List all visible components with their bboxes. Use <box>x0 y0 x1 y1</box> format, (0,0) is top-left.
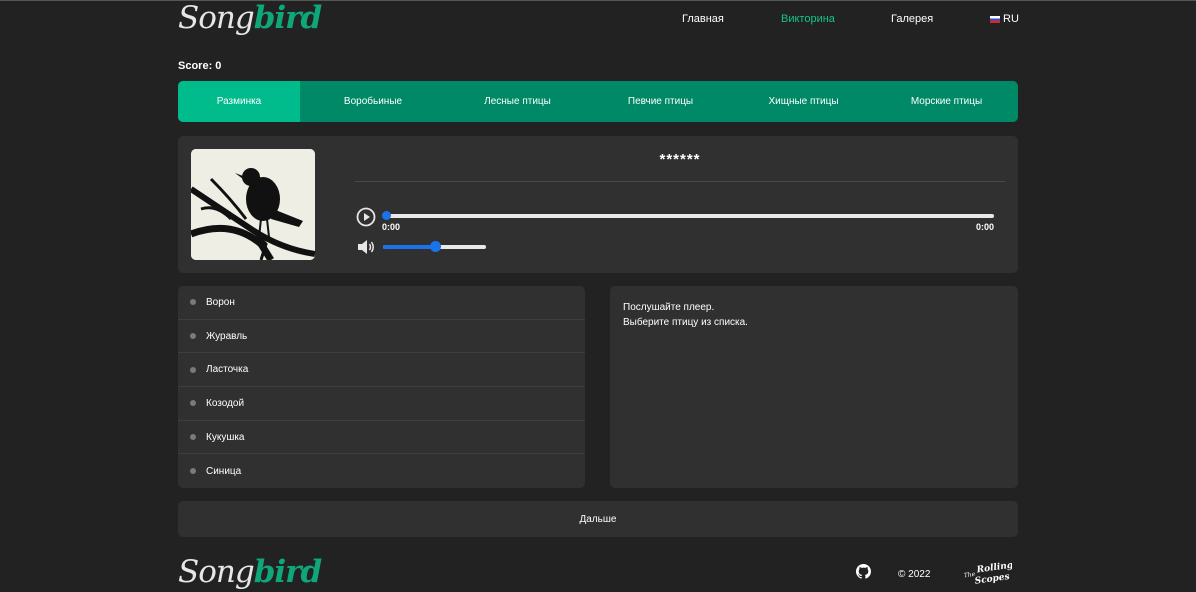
answer-label: Козодой <box>206 397 245 409</box>
volume-slider-knob[interactable] <box>429 241 441 252</box>
category-tabs: Разминка Воробьиные Лесные птицы Певчие … <box>178 81 1018 122</box>
answer-option[interactable]: Кукушка <box>178 421 585 455</box>
answer-label: Ласточка <box>206 364 249 376</box>
answer-label: Кукушка <box>206 431 245 443</box>
answer-indicator <box>190 468 196 475</box>
answer-indicator <box>190 400 196 407</box>
answer-option[interactable]: Синица <box>178 454 585 488</box>
nav-home-link[interactable]: Главная <box>682 13 724 25</box>
answer-option[interactable]: Ворон <box>178 286 585 320</box>
answer-indicator <box>190 299 196 306</box>
nav-quiz-link[interactable]: Викторина <box>781 13 835 25</box>
volume-slider-fill <box>383 245 435 249</box>
header-logo[interactable]: Songbird <box>178 0 322 36</box>
tab-birds-of-prey[interactable]: Хищные птицы <box>732 81 875 122</box>
logo-text-bird: bird <box>253 554 322 590</box>
answer-label: Ворон <box>206 296 235 308</box>
logo-text-song: Song <box>178 0 255 36</box>
language-label: RU <box>1003 13 1019 25</box>
answer-option[interactable]: Журавль <box>178 320 585 354</box>
answer-indicator <box>190 366 196 373</box>
answers-list: Ворон Журавль Ласточка Козодой Кукушка С… <box>178 286 585 488</box>
question-card: ****** 0:00 0:00 <box>178 136 1018 273</box>
divider <box>355 181 1005 182</box>
hidden-bird-name: ****** <box>659 151 701 168</box>
answer-label: Синица <box>206 465 242 477</box>
github-icon[interactable] <box>856 564 871 579</box>
nav-gallery-link[interactable]: Галерея <box>891 13 933 25</box>
tab-sea-birds[interactable]: Морские птицы <box>875 81 1018 122</box>
score-label: Score: 0 <box>178 60 222 72</box>
info-instruction-line-2: Выберите птицу из списка. <box>623 317 748 328</box>
logo-text-bird: bird <box>253 0 322 36</box>
footer-logo: Songbird <box>178 554 322 590</box>
current-time: 0:00 <box>382 222 401 232</box>
language-switcher[interactable]: RU <box>990 13 1019 25</box>
tab-forest-birds[interactable]: Лесные птицы <box>446 81 589 122</box>
rolling-scopes-logo[interactable]: The Rolling Scopes <box>964 561 1012 585</box>
answer-option[interactable]: Ласточка <box>178 353 585 388</box>
tab-warmup[interactable]: Разминка <box>178 81 300 122</box>
next-button[interactable]: Дальше <box>178 501 1018 537</box>
ru-flag-icon <box>990 15 1000 23</box>
copyright-text: © 2022 <box>898 569 931 580</box>
volume-icon[interactable] <box>356 238 376 256</box>
play-icon[interactable] <box>356 207 376 227</box>
duration: 0:00 <box>976 222 995 232</box>
bird-info-panel: Послушайте плеер. Выберите птицу из спис… <box>610 286 1018 488</box>
info-instruction-line-1: Послушайте плеер. <box>623 302 715 313</box>
logo-text-song: Song <box>178 554 255 590</box>
tab-passerines[interactable]: Воробьиные <box>300 81 446 122</box>
audio-progress-knob[interactable] <box>382 211 391 220</box>
bird-silhouette-image <box>191 149 315 260</box>
answer-indicator <box>190 434 196 441</box>
answer-label: Журавль <box>206 330 248 342</box>
answer-indicator <box>190 333 196 340</box>
audio-progress-track[interactable] <box>383 214 994 218</box>
answer-option[interactable]: Козодой <box>178 387 585 421</box>
tab-songbirds[interactable]: Певчие птицы <box>589 81 732 122</box>
